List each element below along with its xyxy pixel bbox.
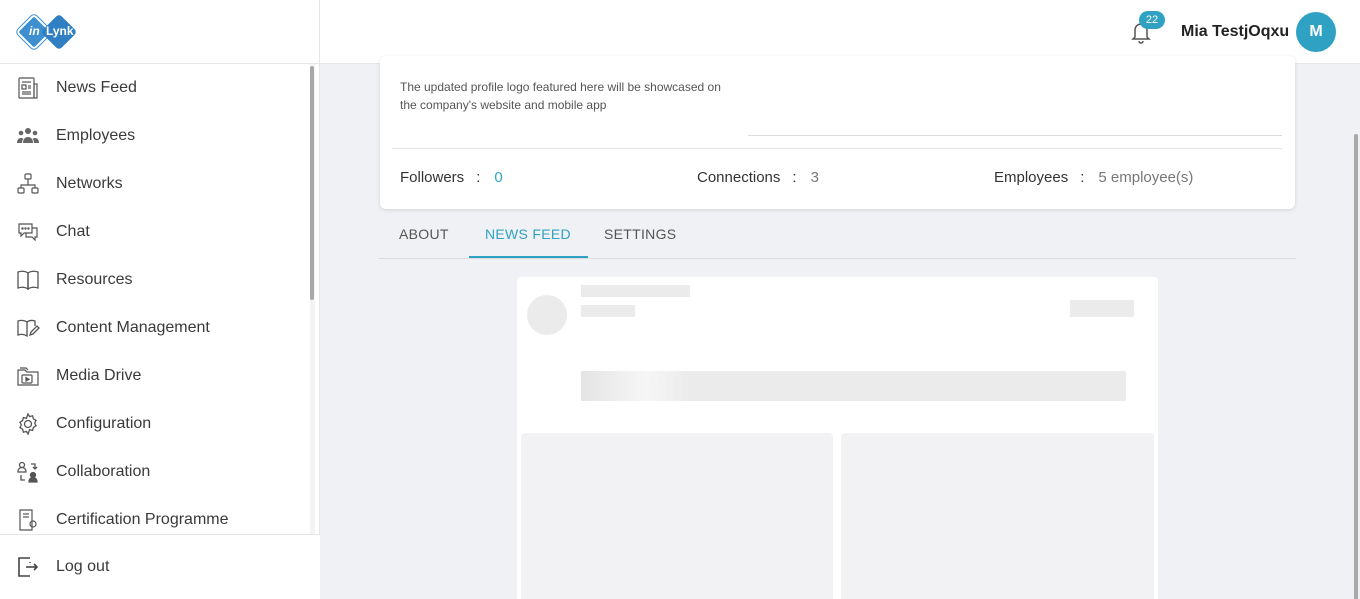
- gear-icon: [16, 412, 40, 436]
- avatar[interactable]: M: [1296, 12, 1336, 52]
- tab-about[interactable]: ABOUT: [399, 226, 449, 242]
- connections-count: 3: [810, 169, 819, 186]
- employees-icon: [16, 124, 40, 148]
- inlynk-logo[interactable]: in Lynk: [15, 12, 86, 52]
- sidebar-item-label: Configuration: [56, 415, 152, 432]
- sidebar-item-chat[interactable]: Chat: [0, 208, 315, 256]
- logout-label: Log out: [56, 558, 110, 575]
- sidebar-item-label: Collaboration: [56, 463, 151, 480]
- followers-count[interactable]: 0: [494, 169, 502, 186]
- sidebar-item-label: Certification Programme: [56, 511, 229, 528]
- connections-label: Connections: [697, 169, 781, 186]
- sidebar-item-label: Resources: [56, 271, 133, 288]
- logo-text-lynk: Lynk: [46, 23, 74, 38]
- sidebar-scrollbar-thumb[interactable]: [310, 66, 314, 300]
- media-drive-icon: [16, 364, 40, 388]
- content-management-icon: [16, 316, 40, 340]
- sidebar-item-news-feed[interactable]: News Feed: [0, 64, 315, 112]
- profile-tabs: ABOUT NEWS FEED SETTINGS: [379, 210, 1296, 259]
- notification-badge: 22: [1139, 11, 1165, 29]
- followers-label: Followers: [400, 169, 465, 186]
- sidebar-nav: News Feed Employees Networks Chat Resour…: [0, 64, 315, 534]
- logo-area: in Lynk: [0, 0, 319, 64]
- skeleton-media-left: [521, 433, 833, 599]
- skeleton-media-right: [841, 433, 1154, 599]
- active-tab-indicator: [469, 256, 588, 258]
- sidebar-item-label: News Feed: [56, 79, 137, 96]
- sidebar-item-collaboration[interactable]: Collaboration: [0, 448, 315, 496]
- tab-settings[interactable]: SETTINGS: [604, 226, 676, 242]
- skeleton-avatar: [527, 295, 567, 335]
- page-scrollbar-thumb[interactable]: [1354, 134, 1358, 599]
- company-profile-card: The updated profile logo featured here w…: [380, 56, 1295, 209]
- sidebar-item-certification-programme[interactable]: Certification Programme: [0, 496, 315, 534]
- tab-news-feed[interactable]: NEWS FEED: [485, 226, 571, 242]
- employees-count: 5 employee(s): [1098, 169, 1194, 186]
- followers-stat: Followers:0: [400, 169, 503, 186]
- stat-separator: :: [476, 169, 481, 186]
- employees-label: Employees: [994, 169, 1069, 186]
- book-icon: [16, 268, 40, 292]
- employees-stat: Employees:5 employee(s): [994, 169, 1193, 186]
- stat-separator: :: [1080, 169, 1085, 186]
- sidebar-item-employees[interactable]: Employees: [0, 112, 315, 160]
- logout-button[interactable]: Log out: [0, 534, 320, 599]
- feed-post-skeleton: [517, 277, 1158, 599]
- sidebar-item-resources[interactable]: Resources: [0, 256, 315, 304]
- sidebar-item-label: Employees: [56, 127, 136, 144]
- connections-stat: Connections:3: [697, 169, 819, 186]
- logout-icon: [16, 555, 40, 579]
- certificate-icon: [16, 508, 40, 532]
- skeleton-action: [1070, 300, 1134, 317]
- sidebar-item-media-drive[interactable]: Media Drive: [0, 352, 315, 400]
- sidebar-scrollbar[interactable]: [310, 64, 315, 534]
- sidebar-item-label: Content Management: [56, 319, 210, 336]
- user-name[interactable]: Mia TestjOqxu: [1181, 23, 1289, 41]
- sidebar-item-networks[interactable]: Networks: [0, 160, 315, 208]
- collaboration-icon: [16, 460, 40, 484]
- skeleton-text-block: [581, 371, 1126, 401]
- sidebar-item-label: Networks: [56, 175, 123, 192]
- skeleton-subtitle-line: [581, 305, 635, 317]
- news-feed-icon: [16, 76, 40, 100]
- card-field-underline: [748, 135, 1282, 136]
- skeleton-title-line: [581, 285, 690, 297]
- sidebar: in Lynk News Feed Employees Networks Cha…: [0, 0, 320, 599]
- top-header: 22 Mia TestjOqxu M: [320, 0, 1360, 64]
- sidebar-item-configuration[interactable]: Configuration: [0, 400, 315, 448]
- sidebar-item-label: Media Drive: [56, 367, 142, 384]
- logo-text-in: in: [29, 23, 40, 38]
- logo-note: The updated profile logo featured here w…: [400, 80, 721, 112]
- page-scrollbar[interactable]: [1352, 64, 1360, 599]
- card-divider: [392, 148, 1282, 149]
- sidebar-item-label: Chat: [56, 223, 90, 240]
- sidebar-item-content-management[interactable]: Content Management: [0, 304, 315, 352]
- stat-separator: :: [792, 169, 797, 186]
- networks-icon: [16, 172, 40, 196]
- chat-icon: [16, 220, 40, 244]
